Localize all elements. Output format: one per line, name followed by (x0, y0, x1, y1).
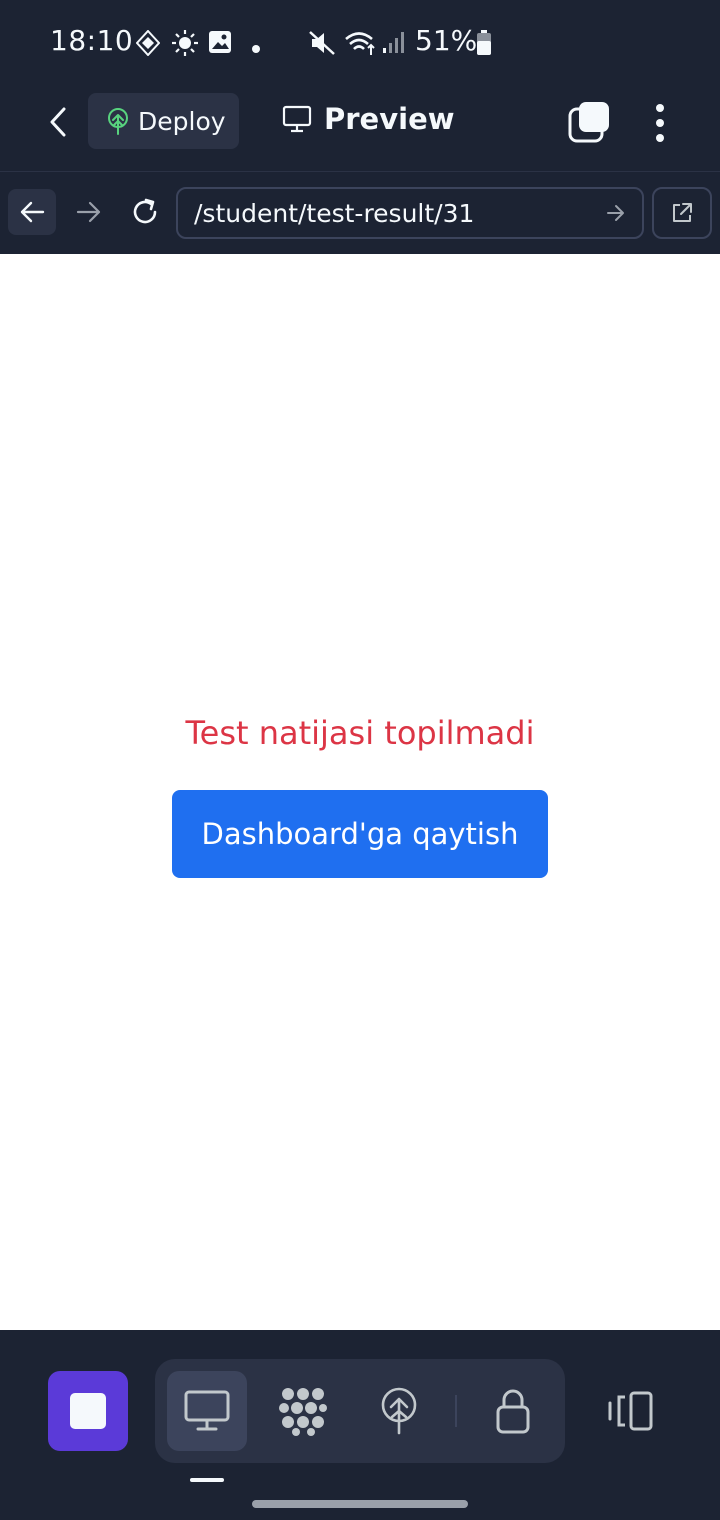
battery-icon (476, 30, 492, 60)
url-field[interactable]: /student/test-result/31 (176, 187, 644, 239)
deploy-tree-icon (381, 1387, 417, 1435)
status-bar: 18:10 51% (0, 0, 720, 84)
more-dot (656, 119, 664, 127)
more-vertical-icon (656, 104, 664, 112)
toolbar-divider (455, 1395, 457, 1427)
back-to-dashboard-button[interactable]: Dashboard'ga qaytish (172, 790, 548, 878)
battery-percentage: 51% (415, 24, 478, 57)
active-tool-indicator (190, 1478, 224, 1482)
reload-icon (133, 198, 157, 224)
signal-diamond-icon (135, 29, 161, 60)
monitor-icon (184, 1390, 230, 1431)
web-preview-viewport: Test natijasi topilmadi Dashboard'ga qay… (0, 254, 720, 1330)
cell-signal-icon (382, 30, 406, 58)
responsive-devices-icon (608, 1391, 653, 1431)
deploy-button[interactable]: Deploy (88, 93, 239, 149)
deploy-tool[interactable] (359, 1371, 439, 1451)
error-message: Test natijasi topilmadi (185, 714, 535, 752)
status-time: 18:10 (50, 24, 134, 57)
secrets-tool[interactable] (473, 1371, 553, 1451)
tool-group (155, 1359, 565, 1463)
brightness-icon (172, 30, 198, 60)
home-gesture-bar[interactable] (252, 1500, 468, 1508)
more-dot (656, 134, 664, 142)
browser-nav-bar: /student/test-result/31 (0, 172, 720, 254)
bottom-toolbar (0, 1330, 720, 1520)
devices-button[interactable] (600, 1383, 660, 1439)
stop-icon (70, 1393, 106, 1429)
packages-tool[interactable] (263, 1371, 343, 1451)
tabs-button[interactable] (566, 100, 612, 146)
preview-title: Preview (282, 102, 455, 136)
image-icon (208, 30, 232, 58)
arrow-left-icon (20, 201, 45, 223)
back-chevron-icon (50, 107, 66, 137)
deploy-tree-icon (108, 108, 128, 135)
mute-icon (308, 30, 336, 60)
reload-button[interactable] (122, 189, 168, 235)
stop-button[interactable] (48, 1371, 128, 1451)
more-menu-button[interactable] (644, 100, 676, 146)
page-title: Preview (324, 102, 455, 136)
nav-back-button[interactable] (8, 189, 56, 235)
arrow-right-icon (76, 201, 101, 223)
tabs-icon (568, 102, 609, 143)
back-button[interactable] (38, 102, 78, 142)
open-external-button[interactable] (652, 187, 712, 239)
deploy-label: Deploy (138, 106, 226, 136)
url-text: /student/test-result/31 (194, 198, 475, 228)
app-bar: Deploy Preview (0, 84, 720, 172)
nav-forward-button[interactable] (66, 189, 112, 235)
preview-tool[interactable] (167, 1371, 247, 1451)
dot-icon (252, 38, 260, 57)
go-button[interactable] (596, 193, 636, 233)
wifi-icon (344, 30, 378, 60)
monitor-icon (282, 105, 312, 133)
go-arrow-icon (607, 205, 624, 221)
lock-icon (496, 1389, 530, 1434)
packages-icon (279, 1388, 327, 1436)
external-link-icon (673, 203, 692, 222)
